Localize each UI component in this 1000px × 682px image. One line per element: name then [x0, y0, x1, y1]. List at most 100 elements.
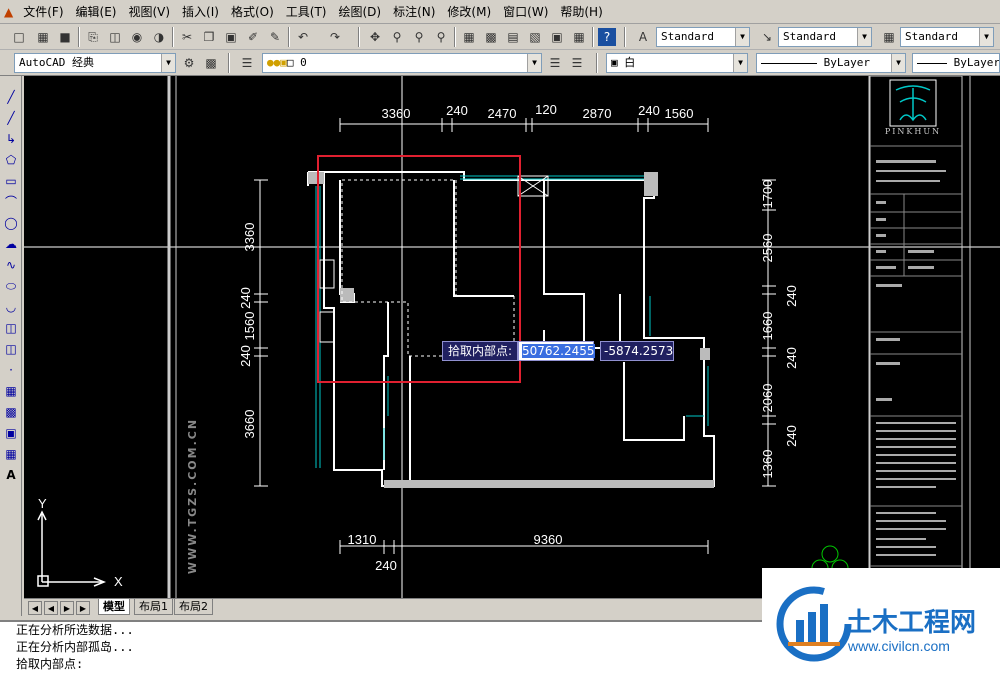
next-tab-icon[interactable]: ▶: [60, 601, 74, 615]
circle-icon[interactable]: ◯: [2, 214, 20, 232]
save-workspace-icon[interactable]: ▩: [202, 54, 220, 72]
tab-layout1[interactable]: 布局1: [134, 599, 173, 615]
table-style-icon[interactable]: ▦: [880, 28, 898, 46]
block-editor-icon[interactable]: ✎: [266, 28, 284, 46]
tool-palettes-icon[interactable]: ▤: [504, 28, 522, 46]
construction-line-icon[interactable]: ╱: [2, 109, 20, 127]
rectangle-icon[interactable]: ▭: [2, 172, 20, 190]
chevron-down-icon[interactable]: ▼: [891, 54, 905, 72]
title-block-grid: [870, 145, 962, 567]
save-icon[interactable]: ■: [56, 28, 74, 46]
point-icon[interactable]: ·: [2, 361, 20, 379]
toolbar-separator: [358, 27, 360, 47]
markup-icon[interactable]: ▣: [548, 28, 566, 46]
revision-cloud-icon[interactable]: ☁: [2, 235, 20, 253]
layer-select[interactable]: ●●▣□ 0 ▼: [262, 53, 542, 73]
multiline-text-icon[interactable]: A: [2, 466, 20, 484]
spline-icon[interactable]: ∿: [2, 256, 20, 274]
wall-lines: [307, 171, 715, 487]
drawing-canvas[interactable]: 3360 240 2470 120 2870 240 1560 3360 240…: [24, 76, 1000, 598]
hatch-icon[interactable]: ▦: [2, 382, 20, 400]
workspace-select[interactable]: AutoCAD 经典 ▼: [14, 53, 176, 73]
linetype-select[interactable]: ByLayer ▼: [756, 53, 906, 73]
pan-icon[interactable]: ✥: [366, 28, 384, 46]
first-tab-icon[interactable]: ◀: [28, 601, 42, 615]
print-icon[interactable]: ⎘: [84, 28, 102, 46]
calculator-icon[interactable]: ▦: [570, 28, 588, 46]
menu-tools[interactable]: 工具(T): [280, 2, 333, 22]
zoom-realtime-icon[interactable]: ⚲: [388, 28, 406, 46]
sheet-set-icon[interactable]: ▧: [526, 28, 544, 46]
zoom-previous-icon[interactable]: ⚲: [432, 28, 450, 46]
door-swing: [319, 311, 335, 343]
menu-draw[interactable]: 绘图(D): [332, 2, 387, 22]
line-icon[interactable]: ╱: [2, 88, 20, 106]
menu-view[interactable]: 视图(V): [122, 2, 176, 22]
insert-block-icon[interactable]: ◫: [2, 319, 20, 337]
menu-modify[interactable]: 修改(M): [441, 2, 497, 22]
menu-insert[interactable]: 插入(I): [176, 2, 225, 22]
dim-top-2: 240: [446, 103, 468, 118]
3d-dwf-icon[interactable]: ◑: [150, 28, 168, 46]
region-icon[interactable]: ▣: [2, 424, 20, 442]
logo-title: 土木工程网: [846, 608, 977, 638]
match-properties-icon[interactable]: ✐: [244, 28, 262, 46]
print-preview-icon[interactable]: ◫: [106, 28, 124, 46]
menu-dimension[interactable]: 标注(N): [387, 2, 441, 22]
design-center-icon[interactable]: ▩: [482, 28, 500, 46]
ellipse-icon[interactable]: ⬭: [2, 277, 20, 295]
paste-icon[interactable]: ▣: [222, 28, 240, 46]
chevron-down-icon[interactable]: ▼: [857, 28, 871, 46]
menu-help[interactable]: 帮助(H): [554, 2, 608, 22]
menu-edit[interactable]: 编辑(E): [70, 2, 123, 22]
cut-icon[interactable]: ✂: [178, 28, 196, 46]
dim-bottom-3: 240: [375, 558, 397, 573]
toolbar-separator: [624, 27, 626, 47]
menu-window[interactable]: 窗口(W): [497, 2, 554, 22]
make-current-layer-icon[interactable]: ☰: [546, 54, 564, 72]
chevron-down-icon[interactable]: ▼: [979, 28, 993, 46]
chevron-down-icon[interactable]: ▼: [735, 28, 749, 46]
tab-layout2[interactable]: 布局2: [174, 599, 213, 615]
color-select[interactable]: ▣ 白 ▼: [606, 53, 748, 73]
text-style-icon[interactable]: A: [634, 28, 652, 46]
polygon-icon[interactable]: ⬠: [2, 151, 20, 169]
chevron-down-icon[interactable]: ▼: [161, 54, 175, 72]
ellipse-arc-icon[interactable]: ◡: [2, 298, 20, 316]
table-icon[interactable]: ▦: [2, 445, 20, 463]
layer-manager-icon[interactable]: ☰: [238, 54, 256, 72]
arc-icon[interactable]: ⌒: [2, 193, 20, 211]
lineweight-select[interactable]: ByLayer: [912, 53, 1000, 73]
tab-model[interactable]: 模型: [98, 599, 130, 615]
dynamic-input-x-field[interactable]: 50762.2455: [518, 341, 595, 361]
prev-tab-icon[interactable]: ◀: [44, 601, 58, 615]
publish-icon[interactable]: ◉: [128, 28, 146, 46]
layer-previous-icon[interactable]: ☰: [568, 54, 586, 72]
copy-icon[interactable]: ❐: [200, 28, 218, 46]
gradient-icon[interactable]: ▩: [2, 403, 20, 421]
polyline-icon[interactable]: ↳: [2, 130, 20, 148]
dim-style-select[interactable]: Standard ▼: [778, 27, 872, 47]
dim-right-8: 1360: [760, 450, 775, 479]
dynamic-input-y-field[interactable]: -5874.2573: [600, 341, 674, 361]
title-block-text: [876, 160, 956, 556]
open-file-icon[interactable]: ▦: [34, 28, 52, 46]
chevron-down-icon[interactable]: ▼: [733, 54, 747, 72]
dim-left-4: 240: [238, 345, 253, 367]
undo-icon[interactable]: ↶: [294, 28, 312, 46]
make-block-icon[interactable]: ◫: [2, 340, 20, 358]
help-icon[interactable]: ?: [598, 28, 616, 46]
redo-icon[interactable]: ↷: [326, 28, 344, 46]
table-style-select[interactable]: Standard ▼: [900, 27, 994, 47]
app-icon[interactable]: ▲: [0, 2, 17, 22]
last-tab-icon[interactable]: ▶: [76, 601, 90, 615]
workspace-settings-icon[interactable]: ⚙: [180, 54, 198, 72]
text-style-select[interactable]: Standard ▼: [656, 27, 750, 47]
menu-format[interactable]: 格式(O): [225, 2, 280, 22]
zoom-window-icon[interactable]: ⚲: [410, 28, 428, 46]
dim-style-icon[interactable]: ↘: [758, 28, 776, 46]
chevron-down-icon[interactable]: ▼: [527, 54, 541, 72]
new-file-icon[interactable]: □: [10, 28, 28, 46]
properties-icon[interactable]: ▦: [460, 28, 478, 46]
menu-file[interactable]: 文件(F): [17, 2, 69, 22]
